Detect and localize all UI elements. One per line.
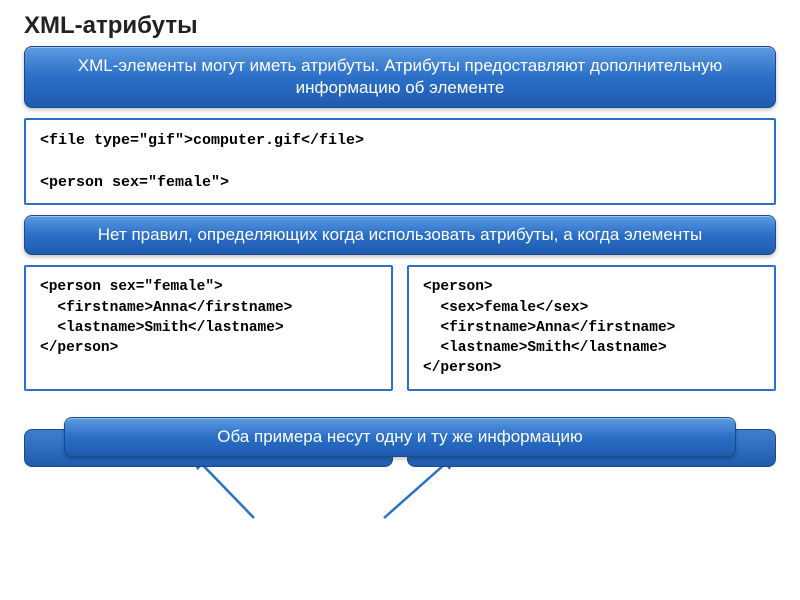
code-example-left: <person sex="female"> <firstname>Anna</f… <box>24 265 393 390</box>
bottom-callout: Оба примера несут одну и ту же информаци… <box>64 417 736 457</box>
code-example-1: <file type="gif">computer.gif</file> <pe… <box>24 118 776 205</box>
code-comparison-row: <person sex="female"> <firstname>Anna</f… <box>24 265 776 390</box>
mid-callout: Нет правил, определяющих когда использов… <box>24 215 776 255</box>
slide-title: XML-атрибуты <box>24 12 776 40</box>
intro-callout: XML-элементы могут иметь атрибуты. Атриб… <box>24 46 776 108</box>
code-example-right: <person> <sex>female</sex> <firstname>An… <box>407 265 776 390</box>
